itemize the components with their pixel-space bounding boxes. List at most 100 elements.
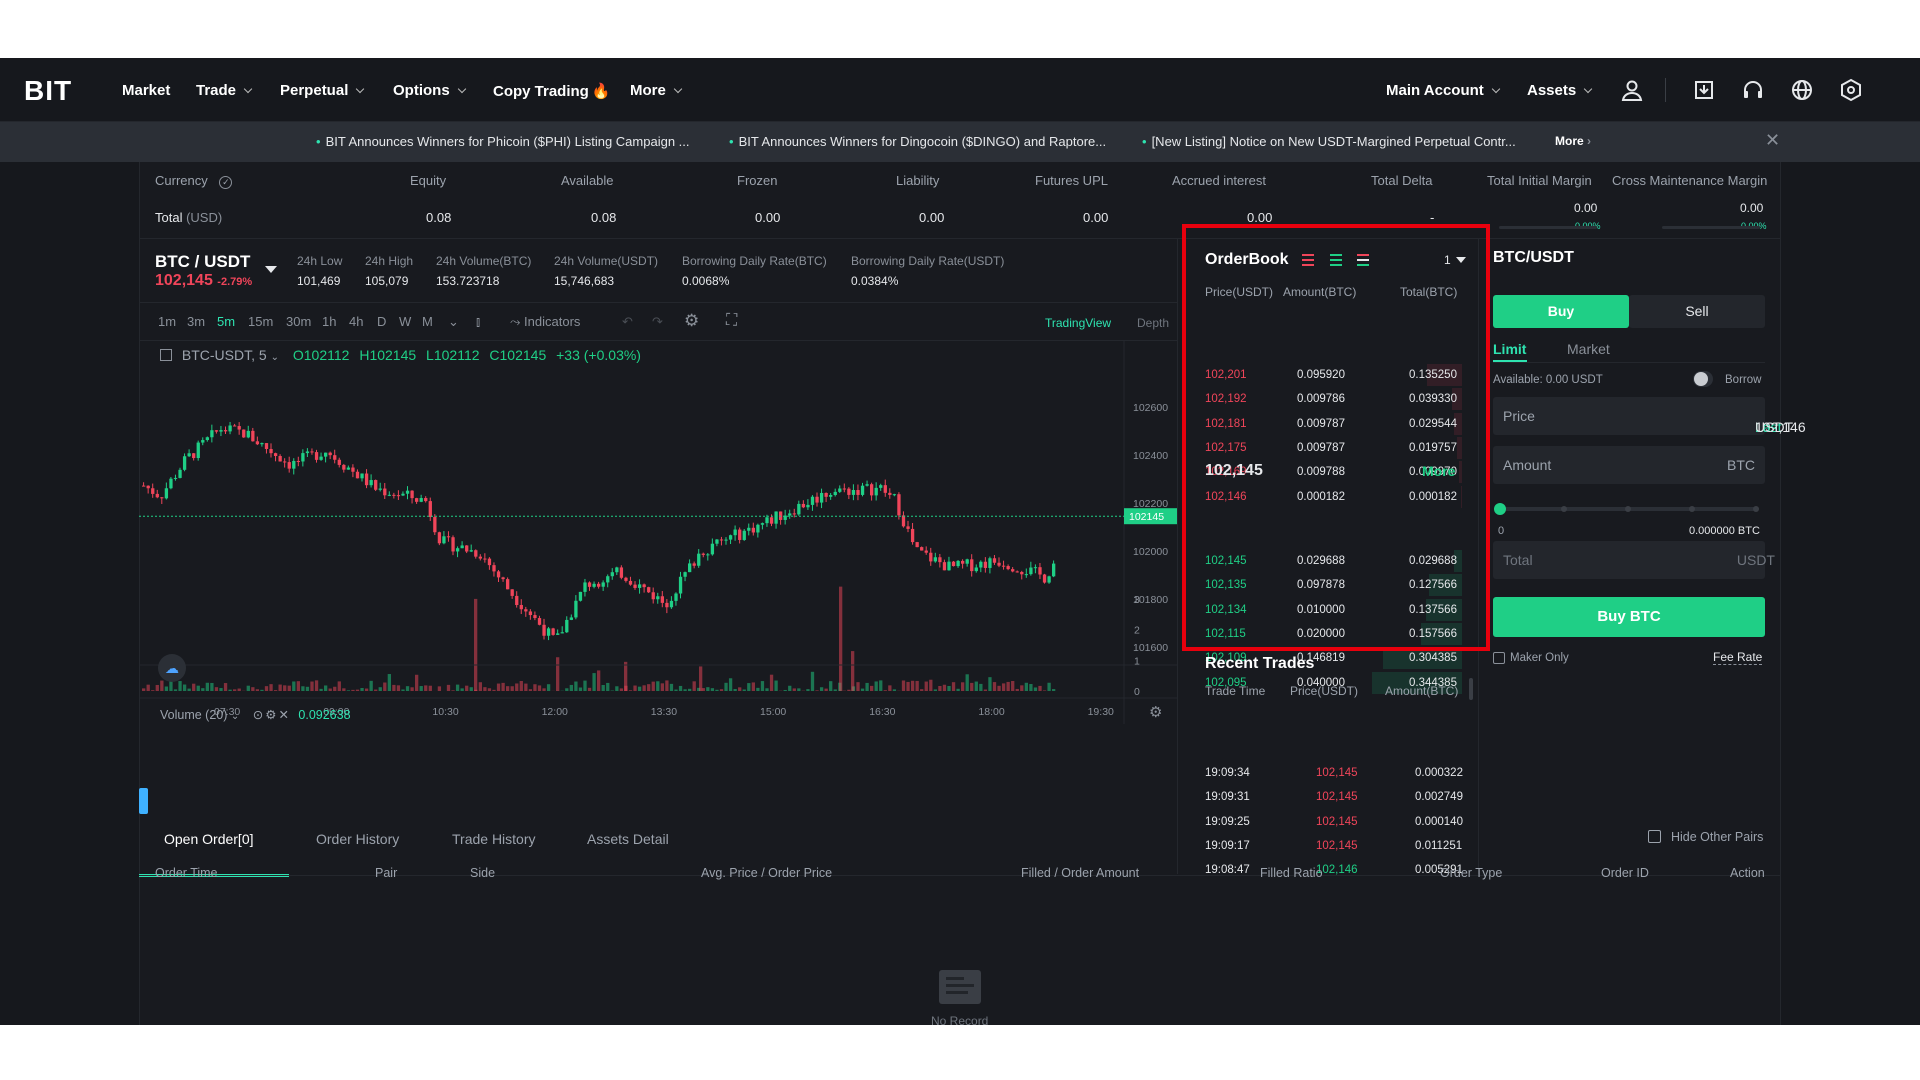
main-account-menu[interactable]: Main Account: [1386, 82, 1501, 99]
nav-copy-trading[interactable]: Copy Trading 🔥: [493, 82, 611, 100]
tradingview-tab[interactable]: TradingView: [1045, 316, 1111, 330]
candle-body: [142, 485, 146, 487]
volume-bar: [410, 687, 414, 691]
slider-step[interactable]: [1625, 506, 1631, 512]
fullscreen-icon[interactable]: ⛶: [726, 312, 737, 330]
undo-icon[interactable]: ↶: [622, 314, 633, 330]
price-input[interactable]: Price 102,146 Last USDT: [1493, 397, 1806, 435]
check-circle-icon[interactable]: ✓: [219, 176, 233, 189]
slider-step[interactable]: [1753, 506, 1759, 512]
ask-row[interactable]: 102,175 0.009787 0.019757: [1192, 436, 1462, 459]
bid-row[interactable]: 102,134 0.010000 0.137566: [1192, 598, 1462, 621]
redo-icon[interactable]: ↷: [652, 314, 663, 330]
header-cross-maintenance-margin: Cross Maintenance Margin: [1612, 173, 1768, 188]
candle-body: [146, 485, 150, 489]
bid-row[interactable]: 102,135 0.097878 0.127566: [1192, 574, 1462, 597]
cloud-icon[interactable]: ☁: [158, 654, 186, 682]
timeframe-dropdown[interactable]: ⌄: [448, 314, 459, 330]
tab-open-order[interactable]: Open Order[0]: [164, 831, 254, 847]
trade-price: 102,145: [1316, 839, 1358, 852]
slider-step[interactable]: [1689, 506, 1695, 512]
volume-controls-icon[interactable]: ⊙⚙✕: [253, 708, 291, 722]
globe-icon[interactable]: [1790, 78, 1814, 102]
timeframe-3m[interactable]: 3m: [187, 314, 205, 329]
headset-icon[interactable]: [1741, 78, 1765, 102]
axis-settings-icon[interactable]: ⚙: [1149, 704, 1162, 721]
view-asks-icon[interactable]: [1302, 254, 1314, 266]
fee-rate-link[interactable]: Fee Rate: [1713, 650, 1763, 665]
price-chart[interactable]: 1026001024001022001020001018001016003210…: [139, 341, 1177, 724]
timeframe-15m[interactable]: 15m: [248, 314, 273, 329]
limit-tab[interactable]: Limit: [1493, 341, 1526, 357]
sell-tab[interactable]: Sell: [1629, 295, 1765, 328]
tab-order-history[interactable]: Order History: [316, 831, 399, 847]
candle-body: [724, 539, 728, 541]
volume-bar: [920, 689, 924, 691]
nav-options[interactable]: Options: [393, 82, 466, 99]
announcement-item[interactable]: [New Listing] Notice on New USDT-Margine…: [1142, 134, 1516, 149]
timeframe-4h[interactable]: 4h: [349, 314, 363, 329]
download-icon[interactable]: [1692, 78, 1716, 102]
timeframe-1h[interactable]: 1h: [322, 314, 336, 329]
orderbook-more-link[interactable]: More: [1422, 463, 1455, 479]
chart-settings-icon[interactable]: ⚙: [684, 311, 699, 331]
timeframe-m[interactable]: M: [422, 314, 433, 329]
precision-select[interactable]: 1: [1444, 253, 1467, 267]
pair-selector[interactable]: BTC / USDT: [155, 252, 278, 273]
scrollbar[interactable]: [1469, 678, 1473, 700]
collapse-icon[interactable]: [160, 349, 172, 361]
view-bids-icon[interactable]: [1330, 254, 1342, 266]
timeframe-w[interactable]: W: [399, 314, 411, 329]
candle-body: [615, 567, 619, 573]
timeframe-30m[interactable]: 30m: [286, 314, 311, 329]
indicators-button[interactable]: ⤳ Indicators: [510, 314, 580, 330]
hide-other-pairs-checkbox[interactable]: [1648, 830, 1661, 843]
nav-trade[interactable]: Trade: [196, 82, 253, 99]
tab-trade-history[interactable]: Trade History: [452, 831, 536, 847]
tab-assets-detail[interactable]: Assets Detail: [587, 831, 669, 847]
volume-bar: [142, 688, 146, 691]
ask-row[interactable]: 102,146 0.000182 0.000182: [1192, 485, 1462, 508]
candle-body: [678, 576, 683, 594]
ask-row[interactable]: 102,181 0.009787 0.029544: [1192, 412, 1462, 435]
announcement-item[interactable]: BIT Announces Winners for Dingocoin ($DI…: [729, 134, 1107, 149]
candle-body: [806, 504, 810, 508]
nav-market[interactable]: Market: [122, 82, 170, 99]
bid-row[interactable]: 102,145 0.029688 0.029688: [1192, 550, 1462, 572]
settings-icon[interactable]: [1839, 78, 1863, 102]
nav-perpetual[interactable]: Perpetual: [280, 82, 365, 99]
maker-only-checkbox[interactable]: [1493, 652, 1505, 664]
bid-row[interactable]: 102,115 0.020000 0.157566: [1192, 622, 1462, 645]
stat-label: 24h Volume(BTC): [436, 254, 532, 268]
timeframe-1m[interactable]: 1m: [158, 314, 176, 329]
buy-tab[interactable]: Buy: [1493, 295, 1629, 328]
candle-body: [301, 453, 305, 462]
slider-step[interactable]: [1561, 506, 1567, 512]
announcement-item[interactable]: BIT Announces Winners for Phicoin ($PHI)…: [316, 134, 690, 149]
candle-body: [1052, 563, 1056, 577]
view-both-icon[interactable]: [1357, 254, 1369, 266]
candle-body: [838, 488, 842, 492]
volume-bar: [915, 680, 919, 691]
ask-row[interactable]: 102,192 0.009786 0.039330: [1192, 388, 1462, 411]
caret-down-icon: [265, 266, 278, 273]
timeframe-5m[interactable]: 5m: [217, 314, 235, 329]
user-icon[interactable]: [1620, 78, 1644, 102]
total-input[interactable]: Total USDT: [1493, 541, 1775, 579]
market-tab[interactable]: Market: [1567, 341, 1610, 357]
volume-bar: [839, 586, 843, 691]
slider-handle[interactable]: [1494, 503, 1506, 515]
depth-tab[interactable]: Depth: [1137, 316, 1169, 330]
assets-menu[interactable]: Assets: [1527, 82, 1593, 99]
close-icon[interactable]: ✕: [1765, 130, 1780, 151]
borrow-toggle[interactable]: [1693, 371, 1713, 387]
nav-more[interactable]: More: [630, 82, 683, 99]
announcement-more-link[interactable]: More ›: [1555, 134, 1591, 148]
candle-type-icon[interactable]: ⫾: [476, 314, 480, 330]
timeframe-d[interactable]: D: [377, 314, 386, 329]
chart-drag-handle[interactable]: [139, 788, 148, 814]
amount-input[interactable]: Amount BTC: [1493, 446, 1765, 484]
buy-btc-button[interactable]: Buy BTC: [1493, 597, 1765, 637]
y-tick-label: 101600: [1133, 642, 1168, 654]
ask-row[interactable]: 102,201 0.095920 0.135250: [1192, 364, 1462, 386]
